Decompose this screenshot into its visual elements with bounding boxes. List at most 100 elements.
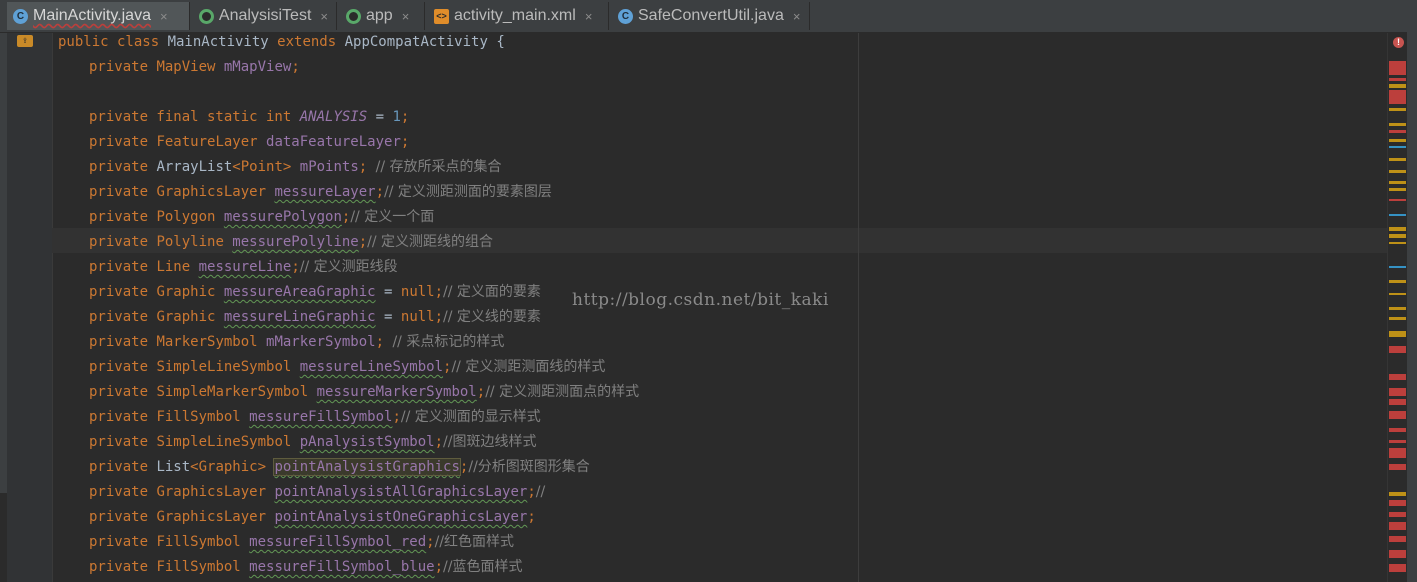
tab-mainactivity-java[interactable]: C MainActivity.java × — [7, 2, 190, 30]
keyword: public class — [58, 34, 168, 50]
keyword: private — [89, 134, 157, 150]
error-stripe-mark[interactable] — [1389, 123, 1406, 126]
close-icon[interactable]: × — [160, 9, 168, 24]
override-marker-icon[interactable]: ⇪ — [17, 35, 33, 47]
tab-label: activity_main.xml — [454, 7, 576, 24]
code-line-field: private Graphic messureAreaGraphic = nul… — [89, 280, 541, 305]
error-stripe-mark[interactable] — [1389, 181, 1406, 184]
error-stripe-mark[interactable] — [1389, 440, 1406, 443]
project-tool-strip[interactable] — [0, 33, 7, 493]
type-name: FillSymbol — [156, 409, 250, 425]
tab-label: MainActivity.java — [33, 7, 151, 24]
close-icon[interactable]: × — [402, 9, 410, 24]
code-line-field: private final static int ANALYSIS = 1; — [89, 105, 409, 130]
field-name: messureFillSymbol_red — [249, 534, 427, 550]
tab-analysisitest[interactable]: AnalysisiTest × — [193, 2, 337, 30]
close-icon[interactable]: × — [793, 9, 801, 24]
code-line-field: private ArrayList<Point> mPoints; // 存放所… — [89, 155, 502, 180]
punctuation: ; — [400, 134, 410, 150]
tab-app[interactable]: app × — [340, 2, 425, 30]
close-icon[interactable]: × — [585, 9, 593, 24]
code-line-field: private MarkerSymbol mMarkerSymbol; // 采… — [89, 330, 504, 355]
type-name: FillSymbol — [156, 534, 250, 550]
error-stripe-mark[interactable] — [1389, 317, 1406, 320]
error-stripe-mark[interactable] — [1389, 199, 1406, 201]
error-stripe-mark[interactable] — [1389, 492, 1406, 496]
error-stripe-mark[interactable] — [1389, 214, 1406, 216]
test-run-icon — [199, 8, 214, 24]
field-name: mPoints — [299, 159, 359, 175]
error-stripe-mark[interactable] — [1389, 411, 1406, 419]
error-stripe-mark[interactable] — [1389, 139, 1406, 142]
comment: // 定义测面的显示样式 — [400, 409, 541, 425]
parent-class: AppCompatActivity — [344, 34, 497, 50]
java-class-icon: C — [13, 8, 28, 24]
error-stripe-mark[interactable] — [1389, 188, 1406, 191]
error-stripe-mark[interactable] — [1389, 448, 1406, 458]
error-stripe-mark[interactable] — [1389, 90, 1406, 104]
close-icon[interactable]: × — [320, 9, 328, 24]
punctuation: ; — [400, 109, 410, 125]
code-line-field: private SimpleLineSymbol pAnalysistSymbo… — [89, 430, 536, 455]
comment: // 定义面的要素 — [443, 284, 541, 300]
field-name: messurePolygon — [223, 209, 342, 225]
error-stripe-mark[interactable] — [1389, 307, 1406, 310]
error-stripe-mark[interactable] — [1389, 331, 1406, 337]
error-stripe-mark[interactable] — [1389, 399, 1406, 405]
field-name: pointAnalysistOneGraphicsLayer — [274, 509, 528, 525]
code-line-field: private GraphicsLayer pointAnalysistAllG… — [89, 480, 545, 505]
error-stripe-mark[interactable] — [1389, 158, 1406, 161]
punctuation: ; — [527, 509, 536, 525]
field-name: messureAreaGraphic — [223, 284, 376, 300]
null-literal: null; — [400, 309, 444, 325]
code-line-field: private SimpleLineSymbol messureLineSymb… — [89, 355, 605, 380]
error-stripe-mark[interactable] — [1389, 234, 1406, 238]
error-stripe-mark[interactable] — [1389, 242, 1406, 244]
error-indicator-icon[interactable]: ! — [1393, 37, 1404, 48]
field-name: messureMarkerSymbol — [316, 384, 477, 400]
error-stripe-mark[interactable] — [1389, 388, 1406, 396]
error-stripe-mark[interactable] — [1389, 78, 1406, 81]
error-stripe-mark[interactable] — [1389, 500, 1406, 506]
code-line-field: private FillSymbol messureFillSymbol;// … — [89, 405, 541, 430]
error-stripe-mark[interactable] — [1389, 293, 1406, 295]
tab-label: app — [366, 7, 393, 24]
null-literal: null; — [400, 284, 444, 300]
field-name: messureLineSymbol — [299, 359, 444, 375]
keyword: private — [89, 59, 157, 75]
error-stripe-mark[interactable] — [1389, 374, 1406, 380]
error-stripe-mark[interactable] — [1389, 266, 1406, 268]
error-stripe-mark[interactable] — [1389, 84, 1406, 88]
comment: // 定义线的要素 — [443, 309, 541, 325]
error-stripe-mark[interactable] — [1389, 108, 1406, 111]
tab-safeconvertutil-java[interactable]: C SafeConvertUtil.java × — [612, 2, 810, 30]
error-stripe-mark[interactable] — [1389, 464, 1406, 470]
error-stripe-mark[interactable] — [1389, 130, 1406, 133]
error-stripe-mark[interactable] — [1389, 227, 1406, 231]
error-stripe-mark[interactable] — [1389, 61, 1406, 75]
keyword: private — [89, 509, 157, 525]
type-name: FeatureLayer — [156, 134, 267, 150]
error-stripe-mark[interactable] — [1389, 522, 1406, 530]
error-stripe-mark[interactable] — [1389, 428, 1406, 432]
code-line-field: private GraphicsLayer pointAnalysistOneG… — [89, 505, 536, 530]
field-name: mMarkerSymbol — [266, 334, 376, 350]
error-stripe-mark[interactable] — [1389, 550, 1406, 558]
error-stripe-mark[interactable] — [1389, 512, 1406, 517]
type-name: MarkerSymbol — [156, 334, 267, 350]
code-line-field: private Line messureLine;// 定义测距线段 — [89, 255, 398, 280]
punctuation: ; — [291, 259, 300, 275]
error-stripe-mark[interactable] — [1389, 170, 1406, 173]
tab-activity-main-xml[interactable]: <> activity_main.xml × — [428, 2, 609, 30]
error-stripe-mark[interactable] — [1389, 346, 1406, 353]
error-stripe-mark[interactable] — [1389, 564, 1406, 572]
tab-label: SafeConvertUtil.java — [638, 7, 784, 24]
punctuation: = — [367, 109, 393, 125]
right-tool-strip[interactable] — [1407, 0, 1417, 582]
error-stripe-mark[interactable] — [1389, 280, 1406, 283]
error-stripe-mark[interactable] — [1389, 146, 1406, 148]
error-stripe-mark[interactable] — [1389, 536, 1406, 542]
punctuation: ; — [375, 184, 385, 200]
xml-file-icon: <> — [434, 8, 449, 24]
punctuation: ; — [426, 534, 435, 550]
